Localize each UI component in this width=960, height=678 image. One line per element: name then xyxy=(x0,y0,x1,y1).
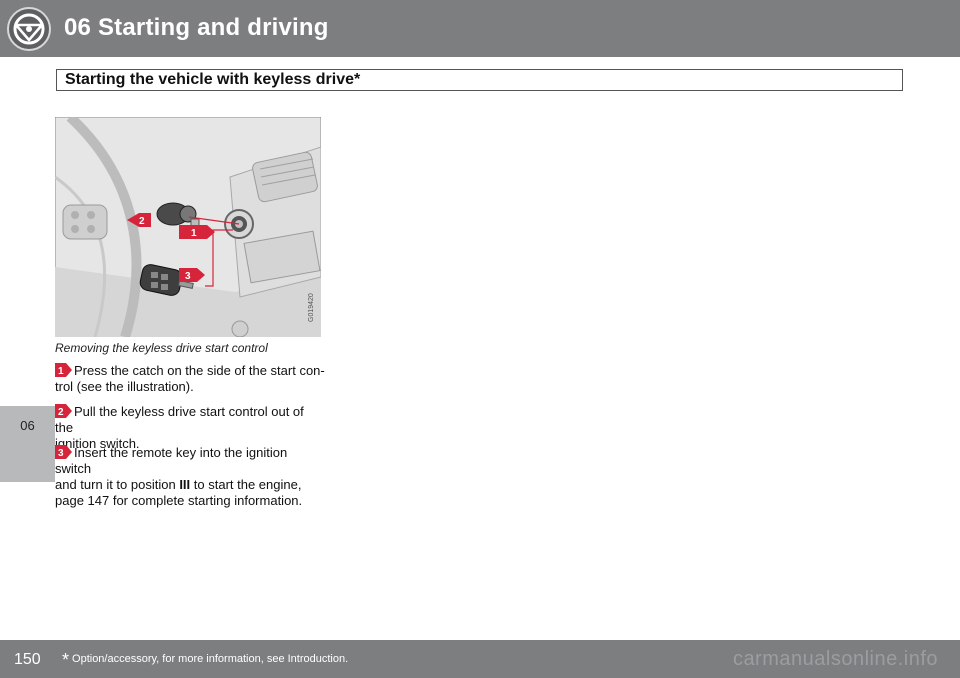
steering-buttons xyxy=(62,204,108,240)
step-3-text: Insert the remote key into the ignition … xyxy=(55,445,288,476)
side-tab-label: 06 xyxy=(20,418,35,433)
svg-text:2: 2 xyxy=(58,407,64,418)
step-3: 3 Insert the remote key into the ignitio… xyxy=(55,445,325,509)
keyless-drive-illustration: 2 1 3 G019420 xyxy=(55,117,321,337)
step-1-badge-icon: 1 xyxy=(55,363,72,377)
footnote-text: Option/accessory, for more information, … xyxy=(72,653,349,665)
step-3-text-pre: and turn it to position xyxy=(55,477,180,492)
watermark: carmanualsonline.info xyxy=(732,648,938,670)
section-title: Starting the vehicle with keyless drive* xyxy=(65,71,361,88)
step-3-text-post: to start the engine, xyxy=(190,477,302,492)
step-3-page-reference[interactable]: page 147 for complete starting informati… xyxy=(55,493,302,508)
chapter-side-tab: 06 xyxy=(0,406,55,482)
steering-wheel-icon xyxy=(7,7,51,51)
chapter-header: 06 Starting and driving xyxy=(0,0,960,57)
chapter-title: 06 Starting and driving xyxy=(64,14,329,41)
step-1-text: Press the catch on the side of the start… xyxy=(74,363,325,378)
svg-text:3: 3 xyxy=(58,448,64,459)
step-1: 1 Press the catch on the side of the sta… xyxy=(55,363,325,395)
step-2-text: Pull the keyless drive start control out… xyxy=(55,404,304,435)
page-number: 150 xyxy=(14,651,41,668)
step-2-badge-icon: 2 xyxy=(55,404,72,418)
svg-text:1: 1 xyxy=(191,228,197,239)
figure-code: G019420 xyxy=(308,293,315,322)
step-3-badge-icon: 3 xyxy=(55,445,72,459)
footnote: * Option/accessory, for more information,… xyxy=(62,650,348,671)
footnote-star: * xyxy=(62,650,70,670)
svg-text:2: 2 xyxy=(139,216,145,227)
page-footer: 150 * Option/accessory, for more informat… xyxy=(0,640,960,678)
svg-text:3: 3 xyxy=(185,271,191,282)
figure-caption: Removing the keyless drive start control xyxy=(55,341,268,355)
svg-text:1: 1 xyxy=(58,366,64,377)
section-heading-bar: Starting the vehicle with keyless drive* xyxy=(56,69,903,91)
ignition-position: III xyxy=(179,477,191,492)
step-1-text-cont: trol (see the illustration). xyxy=(55,379,194,394)
